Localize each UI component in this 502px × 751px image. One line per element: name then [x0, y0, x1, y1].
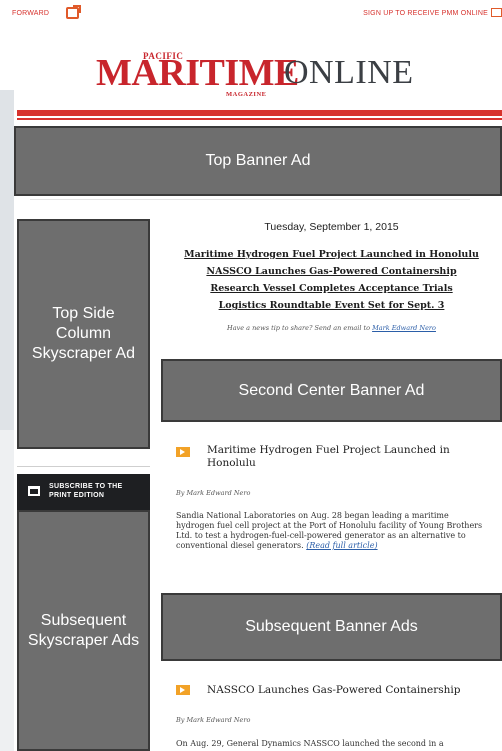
- news-tip-text: Have a news tip to share? Send an email …: [227, 324, 370, 332]
- second-center-banner-ad[interactable]: Second Center Banner Ad: [161, 359, 502, 422]
- masthead-logo[interactable]: PACIFIC MARITIME ONLINE MAGAZINE: [0, 30, 502, 100]
- subscribe-line-1: SUBSCRIBE TO THE: [49, 483, 123, 490]
- utility-bar: FORWARD SIGN UP TO RECEIVE PMM ONLINE: [8, 4, 502, 24]
- divider: [30, 199, 470, 200]
- toc-link[interactable]: Research Vessel Completes Acceptance Tri…: [161, 280, 502, 297]
- article-title[interactable]: NASSCO Launches Gas-Powered Containershi…: [207, 684, 497, 697]
- subsequent-skyscraper-ad[interactable]: Subsequent Skyscraper Ads: [17, 510, 150, 751]
- toc-link[interactable]: Logistics Roundtable Event Set for Sept.…: [161, 297, 502, 314]
- toc-link[interactable]: Maritime Hydrogen Fuel Project Launched …: [161, 246, 502, 263]
- arrow-right-icon: [176, 685, 190, 695]
- news-tip-author-link[interactable]: Mark Edward Nero: [372, 324, 436, 332]
- subscribe-print-button[interactable]: SUBSCRIBE TO THE PRINT EDITION: [17, 474, 150, 510]
- email-icon[interactable]: [491, 8, 502, 17]
- forward-icon[interactable]: [66, 5, 81, 19]
- issue-date: Tuesday, September 1, 2015: [264, 221, 399, 233]
- read-full-article-link[interactable]: (Read full article): [306, 541, 377, 550]
- news-tip-line: Have a news tip to share? Send an email …: [161, 324, 502, 332]
- side-divider: [17, 466, 150, 467]
- logo-online: ONLINE: [284, 54, 414, 91]
- subsequent-banner-ad[interactable]: Subsequent Banner Ads: [161, 593, 502, 661]
- article-title[interactable]: Maritime Hydrogen Fuel Project Launched …: [207, 444, 487, 470]
- left-gutter-lower: [0, 430, 14, 751]
- table-of-contents: Maritime Hydrogen Fuel Project Launched …: [161, 246, 502, 314]
- newsletter-frame: FORWARD SIGN UP TO RECEIVE PMM ONLINE PA…: [0, 0, 502, 751]
- top-banner-ad[interactable]: Top Banner Ad: [14, 126, 502, 196]
- masthead-rule-thin: [17, 118, 502, 120]
- subscribe-line-2: PRINT EDITION: [49, 492, 105, 499]
- arrow-right-icon: [176, 447, 190, 457]
- masthead-rule: [17, 110, 502, 116]
- forward-link[interactable]: FORWARD: [12, 10, 49, 17]
- toc-link[interactable]: NASSCO Launches Gas-Powered Containershi…: [161, 263, 502, 280]
- article-byline: By Mark Edward Nero: [176, 489, 251, 497]
- signup-link[interactable]: SIGN UP TO RECEIVE PMM ONLINE: [363, 10, 488, 17]
- logo-maritime: MARITIME: [96, 52, 299, 94]
- top-side-skyscraper-ad[interactable]: Top Side Column Skyscraper Ad: [17, 219, 150, 449]
- article-byline: By Mark Edward Nero: [176, 716, 251, 724]
- logo-magazine: MAGAZINE: [226, 91, 267, 98]
- article-summary: Sandia National Laboratories on Aug. 28 …: [176, 511, 486, 551]
- article-summary-text: On Aug. 29, General Dynamics NASSCO laun…: [176, 739, 444, 748]
- left-gutter: [0, 90, 14, 430]
- magazine-icon: [28, 486, 40, 496]
